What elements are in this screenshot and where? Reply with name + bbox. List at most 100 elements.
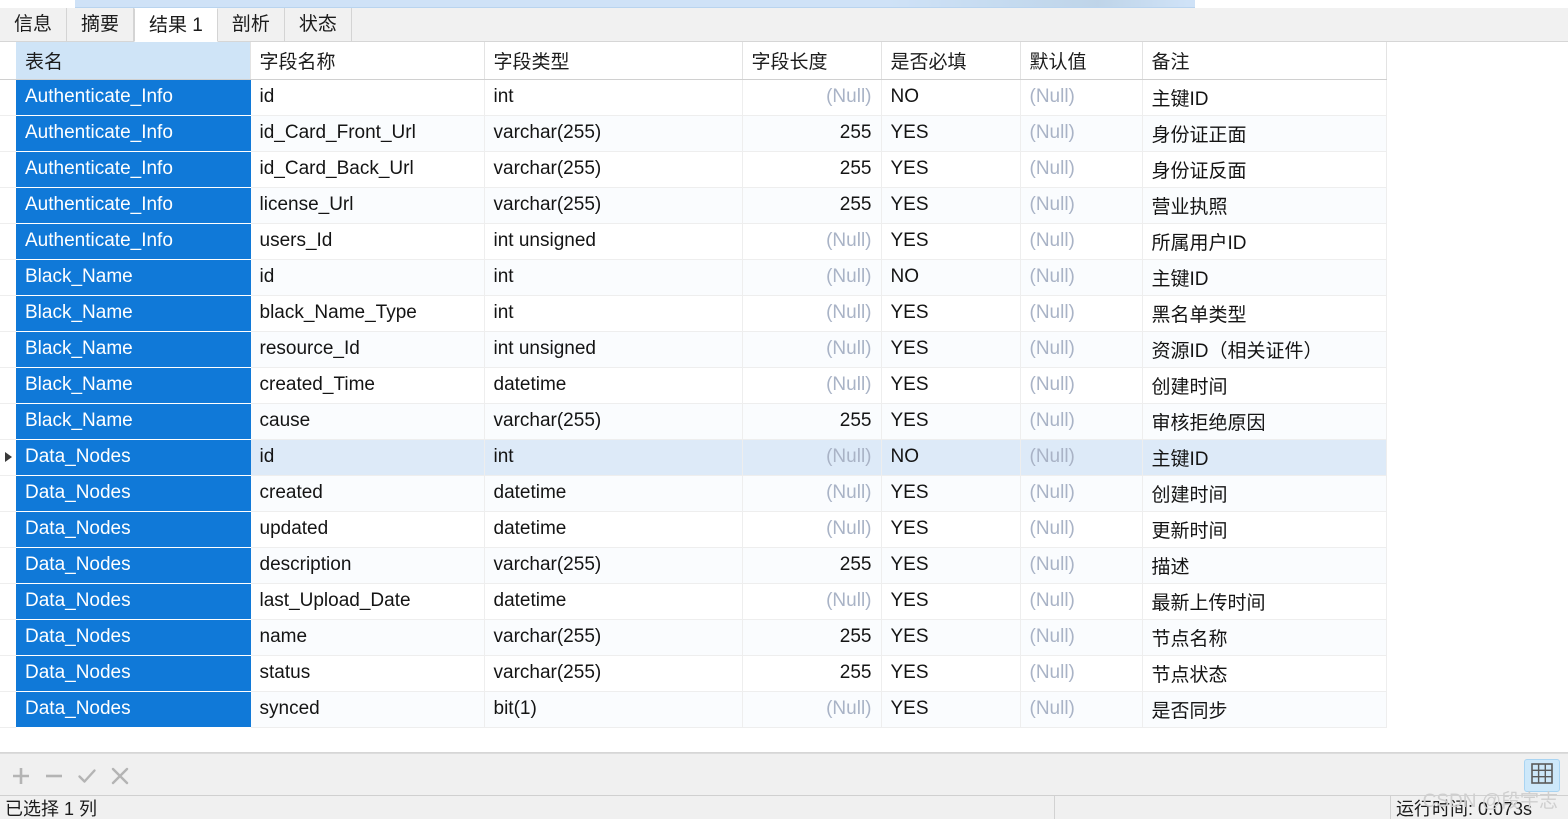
cell-field[interactable]: last_Upload_Date	[250, 583, 484, 619]
cell-type[interactable]: datetime	[484, 475, 742, 511]
cell-table[interactable]: Data_Nodes	[16, 655, 250, 691]
cell-length[interactable]: 255	[742, 547, 881, 583]
cell-field[interactable]: black_Name_Type	[250, 295, 484, 331]
row-marker-cell[interactable]	[0, 439, 16, 475]
cell-length[interactable]: 255	[742, 619, 881, 655]
apply-changes-button[interactable]	[72, 761, 102, 791]
cell-required[interactable]: NO	[881, 259, 1020, 295]
cell-length[interactable]: (Null)	[742, 79, 881, 115]
cell-comment[interactable]: 节点状态	[1142, 655, 1386, 691]
cell-type[interactable]: varchar(255)	[484, 187, 742, 223]
row-marker-cell[interactable]	[0, 223, 16, 259]
cell-comment[interactable]: 资源ID（相关证件）	[1142, 331, 1386, 367]
cell-default[interactable]: (Null)	[1020, 439, 1142, 475]
cell-comment[interactable]: 身份证反面	[1142, 151, 1386, 187]
cell-comment[interactable]: 黑名单类型	[1142, 295, 1386, 331]
cell-field[interactable]: created	[250, 475, 484, 511]
row-marker-cell[interactable]	[0, 619, 16, 655]
row-marker-cell[interactable]	[0, 79, 16, 115]
cell-length[interactable]: (Null)	[742, 511, 881, 547]
cell-comment[interactable]: 主键ID	[1142, 259, 1386, 295]
cell-required[interactable]: YES	[881, 331, 1020, 367]
row-marker-cell[interactable]	[0, 367, 16, 403]
cell-comment[interactable]: 节点名称	[1142, 619, 1386, 655]
cell-default[interactable]: (Null)	[1020, 691, 1142, 727]
cell-default[interactable]: (Null)	[1020, 511, 1142, 547]
cell-field[interactable]: status	[250, 655, 484, 691]
cell-type[interactable]: bit(1)	[484, 691, 742, 727]
cell-required[interactable]: NO	[881, 79, 1020, 115]
cell-field[interactable]: license_Url	[250, 187, 484, 223]
cell-type[interactable]: int	[484, 79, 742, 115]
cell-type[interactable]: varchar(255)	[484, 655, 742, 691]
cell-length[interactable]: (Null)	[742, 223, 881, 259]
cell-field[interactable]: updated	[250, 511, 484, 547]
cell-length[interactable]: (Null)	[742, 439, 881, 475]
cell-required[interactable]: YES	[881, 223, 1020, 259]
cell-required[interactable]: YES	[881, 619, 1020, 655]
cell-default[interactable]: (Null)	[1020, 583, 1142, 619]
cell-length[interactable]: (Null)	[742, 475, 881, 511]
cell-default[interactable]: (Null)	[1020, 223, 1142, 259]
cell-length[interactable]: (Null)	[742, 331, 881, 367]
cell-table[interactable]: Black_Name	[16, 259, 250, 295]
remove-record-button[interactable]	[39, 761, 69, 791]
cell-field[interactable]: id_Card_Back_Url	[250, 151, 484, 187]
cell-field[interactable]: users_Id	[250, 223, 484, 259]
table-row[interactable]: Authenticate_Infoid_Card_Front_Urlvarcha…	[0, 115, 1386, 151]
cell-table[interactable]: Black_Name	[16, 295, 250, 331]
cell-default[interactable]: (Null)	[1020, 475, 1142, 511]
row-marker-cell[interactable]	[0, 331, 16, 367]
cell-required[interactable]: YES	[881, 655, 1020, 691]
table-row[interactable]: Data_Nodesstatusvarchar(255)255YES(Null)…	[0, 655, 1386, 691]
cell-table[interactable]: Authenticate_Info	[16, 115, 250, 151]
cell-required[interactable]: YES	[881, 583, 1020, 619]
cell-required[interactable]: YES	[881, 547, 1020, 583]
cell-type[interactable]: int	[484, 295, 742, 331]
cell-length[interactable]: 255	[742, 115, 881, 151]
tab-2[interactable]: 结果 1	[134, 8, 218, 42]
cell-comment[interactable]: 更新时间	[1142, 511, 1386, 547]
cell-default[interactable]: (Null)	[1020, 115, 1142, 151]
cell-table[interactable]: Black_Name	[16, 331, 250, 367]
cell-comment[interactable]: 创建时间	[1142, 475, 1386, 511]
cell-comment[interactable]: 主键ID	[1142, 439, 1386, 475]
column-header-6[interactable]: 备注	[1142, 42, 1386, 79]
table-row[interactable]: Data_Nodesidint(Null)NO(Null)主键ID	[0, 439, 1386, 475]
cell-length[interactable]: (Null)	[742, 691, 881, 727]
cell-default[interactable]: (Null)	[1020, 547, 1142, 583]
cell-comment[interactable]: 创建时间	[1142, 367, 1386, 403]
cell-table[interactable]: Data_Nodes	[16, 583, 250, 619]
table-row[interactable]: Black_Namecreated_Timedatetime(Null)YES(…	[0, 367, 1386, 403]
cell-required[interactable]: YES	[881, 691, 1020, 727]
cell-table[interactable]: Data_Nodes	[16, 511, 250, 547]
data-grid-container[interactable]: 表名字段名称字段类型字段长度是否必填默认值备注 Authenticate_Inf…	[0, 42, 1568, 753]
cell-comment[interactable]: 营业执照	[1142, 187, 1386, 223]
cell-field[interactable]: name	[250, 619, 484, 655]
cell-comment[interactable]: 描述	[1142, 547, 1386, 583]
row-marker-cell[interactable]	[0, 187, 16, 223]
cell-comment[interactable]: 主键ID	[1142, 79, 1386, 115]
cell-table[interactable]: Data_Nodes	[16, 547, 250, 583]
row-marker-cell[interactable]	[0, 547, 16, 583]
table-row[interactable]: Black_Namecausevarchar(255)255YES(Null)审…	[0, 403, 1386, 439]
cell-length[interactable]: (Null)	[742, 295, 881, 331]
row-marker-cell[interactable]	[0, 583, 16, 619]
cell-length[interactable]: 255	[742, 403, 881, 439]
cell-length[interactable]: (Null)	[742, 583, 881, 619]
cell-default[interactable]: (Null)	[1020, 403, 1142, 439]
cell-comment[interactable]: 审核拒绝原因	[1142, 403, 1386, 439]
row-marker-cell[interactable]	[0, 295, 16, 331]
cell-length[interactable]: 255	[742, 187, 881, 223]
cell-required[interactable]: YES	[881, 403, 1020, 439]
row-marker-cell[interactable]	[0, 115, 16, 151]
cell-type[interactable]: datetime	[484, 511, 742, 547]
cell-field[interactable]: created_Time	[250, 367, 484, 403]
column-header-5[interactable]: 默认值	[1020, 42, 1142, 79]
cell-length[interactable]: 255	[742, 655, 881, 691]
cell-default[interactable]: (Null)	[1020, 151, 1142, 187]
grid-view-toggle-button[interactable]	[1524, 759, 1560, 792]
table-row[interactable]: Data_Nodessyncedbit(1)(Null)YES(Null)是否同…	[0, 691, 1386, 727]
cell-comment[interactable]: 是否同步	[1142, 691, 1386, 727]
cell-length[interactable]: (Null)	[742, 259, 881, 295]
